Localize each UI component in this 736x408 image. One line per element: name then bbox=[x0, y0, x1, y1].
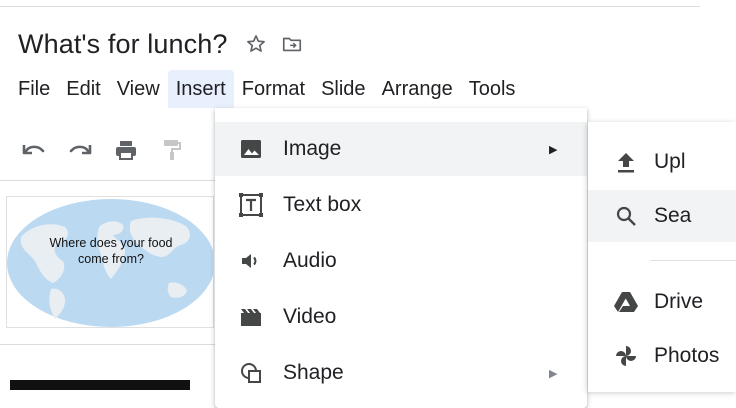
document-title[interactable]: What's for lunch? bbox=[18, 29, 227, 60]
insert-menu-item-text-box[interactable]: Text box bbox=[215, 178, 587, 232]
menu-insert[interactable]: Insert bbox=[167, 70, 234, 108]
insert-menu-label-image: Image bbox=[283, 137, 342, 160]
image-submenu: Upl Sea Drive Photos bbox=[588, 122, 736, 392]
audio-icon bbox=[237, 247, 265, 275]
menu-edit[interactable]: Edit bbox=[58, 70, 108, 108]
undo-icon[interactable] bbox=[18, 134, 50, 166]
slide-thumbnail[interactable]: Where does your food come from? bbox=[6, 196, 214, 328]
toolbar bbox=[18, 130, 188, 170]
upload-icon bbox=[612, 148, 640, 176]
redo-icon[interactable] bbox=[64, 134, 96, 166]
text-box-icon bbox=[237, 191, 265, 219]
menu-file[interactable]: File bbox=[10, 70, 58, 108]
image-submenu-label-search: Sea bbox=[654, 204, 692, 227]
menu-tools[interactable]: Tools bbox=[461, 70, 524, 108]
title-row: What's for lunch? bbox=[18, 26, 305, 62]
shape-icon bbox=[237, 359, 265, 387]
image-submenu-item-search[interactable]: Sea bbox=[588, 190, 736, 242]
star-icon[interactable] bbox=[243, 31, 269, 57]
submenu-arrow-icon: ▶ bbox=[549, 367, 558, 380]
toolbar-divider bbox=[0, 180, 215, 181]
submenu-arrow-icon: ▶ bbox=[549, 143, 558, 156]
move-to-folder-icon[interactable] bbox=[279, 31, 305, 57]
print-icon[interactable] bbox=[110, 134, 142, 166]
insert-menu-item-shape[interactable]: Shape ▶ bbox=[215, 346, 587, 400]
image-submenu-item-photos[interactable]: Photos bbox=[588, 330, 736, 382]
image-submenu-item-drive[interactable]: Drive bbox=[588, 276, 736, 328]
drive-icon bbox=[612, 288, 640, 316]
image-submenu-label-upload: Upl bbox=[654, 150, 686, 173]
top-edge bbox=[0, 0, 736, 12]
insert-menu-item-image[interactable]: Image ▶ bbox=[215, 122, 587, 176]
top-divider bbox=[0, 6, 700, 7]
image-submenu-label-photos: Photos bbox=[654, 344, 720, 367]
video-icon bbox=[237, 303, 265, 331]
menu-format[interactable]: Format bbox=[234, 70, 313, 108]
menu-slide[interactable]: Slide bbox=[313, 70, 373, 108]
menu-view[interactable]: View bbox=[109, 70, 168, 108]
image-submenu-label-drive: Drive bbox=[654, 290, 704, 313]
insert-menu-dropdown: Image ▶ Text box Audio Video Shape ▶ bbox=[215, 108, 587, 408]
menubar: File Edit View Insert Format Slide Arran… bbox=[10, 70, 523, 108]
insert-menu-label-shape: Shape bbox=[283, 361, 344, 384]
insert-menu-label-text-box: Text box bbox=[283, 193, 362, 216]
thumbnail-divider bbox=[0, 344, 215, 345]
insert-menu-label-video: Video bbox=[283, 305, 337, 328]
insert-menu-label-audio: Audio bbox=[283, 249, 337, 272]
slide-thumbnail-next[interactable] bbox=[10, 380, 190, 390]
paint-format-icon[interactable] bbox=[156, 134, 188, 166]
image-submenu-item-upload[interactable]: Upl bbox=[588, 136, 736, 188]
menu-arrange[interactable]: Arrange bbox=[374, 70, 461, 108]
search-icon bbox=[612, 202, 640, 230]
image-icon bbox=[237, 135, 265, 163]
insert-menu-item-video[interactable]: Video bbox=[215, 290, 587, 344]
submenu-divider bbox=[650, 260, 736, 261]
photos-icon bbox=[612, 342, 640, 370]
insert-menu-item-audio[interactable]: Audio bbox=[215, 234, 587, 288]
slide-thumbnail-text: Where does your food come from? bbox=[49, 236, 173, 266]
